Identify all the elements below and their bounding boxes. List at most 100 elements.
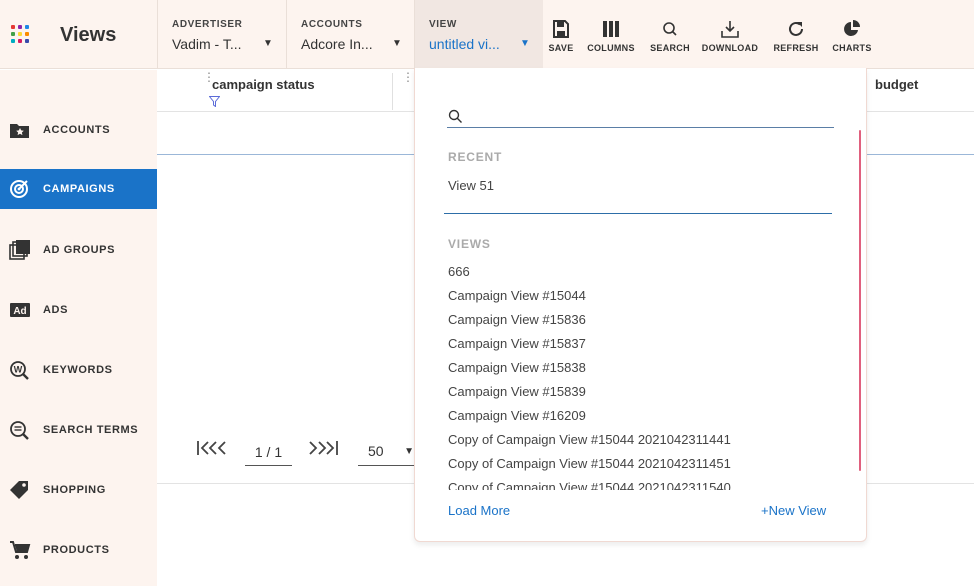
sidebar: ACCOUNTS CAMPAIGNS AD GROUPS Ad ADS W KE…: [0, 70, 157, 586]
sidebar-item-label: ACCOUNTS: [43, 124, 111, 136]
caret-down-icon: ▼: [392, 38, 402, 49]
view-list-item[interactable]: 666: [448, 264, 470, 279]
new-view-link[interactable]: +New View: [761, 503, 826, 518]
logo-dot: [18, 39, 22, 43]
view-list-item[interactable]: Campaign View #15838: [448, 360, 586, 375]
keyword-search-icon: W: [10, 361, 29, 380]
view-dropdown: RECENT View 51 VIEWS 666 Campaign View #…: [414, 68, 867, 542]
search-icon: [663, 22, 677, 36]
logo-dot: [11, 39, 15, 43]
logo-dot: [25, 25, 29, 29]
download-button[interactable]: DOWNLOAD: [699, 20, 761, 60]
last-page-button[interactable]: [309, 440, 339, 461]
pie-chart-icon: [844, 20, 860, 36]
sidebar-item-label: PRODUCTS: [43, 544, 110, 556]
view-list-item[interactable]: Copy of Campaign View #15044 20210423114…: [448, 456, 731, 471]
sidebar-item-accounts[interactable]: ACCOUNTS: [0, 110, 157, 150]
view-search-input[interactable]: [447, 106, 834, 128]
accounts-value: Adcore In...: [301, 36, 373, 52]
cart-icon: [10, 541, 31, 559]
layers-icon: [9, 240, 30, 260]
logo-dot: [25, 39, 29, 43]
search-icon: [448, 109, 462, 123]
advertiser-selector[interactable]: ADVERTISER Vadim - T... ▼: [157, 0, 287, 69]
first-page-icon: [197, 441, 226, 455]
views-section-label: VIEWS: [448, 237, 491, 251]
first-page-button[interactable]: [196, 440, 226, 461]
download-label: DOWNLOAD: [701, 43, 759, 53]
sidebar-item-products[interactable]: PRODUCTS: [0, 530, 157, 570]
save-label: SAVE: [548, 43, 574, 53]
logo-dot: [18, 32, 22, 36]
sidebar-item-label: SHOPPING: [43, 484, 106, 496]
sidebar-item-label: ADS: [43, 304, 69, 316]
advertiser-label: ADVERTISER: [172, 19, 243, 30]
tag-icon: [10, 481, 28, 499]
logo-dot: [25, 32, 29, 36]
filter-icon[interactable]: [209, 96, 220, 107]
columns-icon: [603, 21, 619, 37]
sidebar-item-ads[interactable]: Ad ADS: [0, 290, 157, 330]
columns-button[interactable]: COLUMNS: [586, 20, 636, 60]
page-size-select[interactable]: 50 ▼: [358, 438, 418, 466]
view-list-item[interactable]: Campaign View #15044: [448, 288, 586, 303]
view-list-item[interactable]: Copy of Campaign View #15044 20210423115…: [448, 480, 731, 490]
views-list: 666 Campaign View #15044 Campaign View #…: [415, 258, 855, 490]
view-list-item[interactable]: Copy of Campaign View #15044 20210423114…: [448, 432, 731, 447]
view-list-item[interactable]: Campaign View #15837: [448, 336, 586, 351]
app-grid-icon[interactable]: [11, 25, 29, 43]
sidebar-item-shopping[interactable]: SHOPPING: [0, 470, 157, 510]
sidebar-item-label: KEYWORDS: [43, 364, 113, 376]
recent-view-item[interactable]: View 51: [448, 178, 494, 193]
recent-section-label: RECENT: [448, 150, 503, 164]
logo-dot: [11, 25, 15, 29]
page-size-value: 50: [368, 443, 384, 459]
view-list-item[interactable]: Campaign View #16209: [448, 408, 586, 423]
accounts-selector[interactable]: ACCOUNTS Adcore In... ▼: [286, 0, 415, 69]
last-page-icon: [309, 441, 338, 455]
section-divider: [444, 213, 832, 214]
svg-text:W: W: [14, 365, 23, 375]
charts-button[interactable]: CHARTS: [830, 20, 874, 60]
view-selector[interactable]: VIEW untitled vi... ▼: [414, 0, 543, 69]
save-button[interactable]: SAVE: [545, 20, 577, 60]
logo-dot: [11, 32, 15, 36]
column-header-budget[interactable]: budget: [875, 77, 918, 92]
page-indicator[interactable]: 1 / 1: [245, 438, 292, 466]
accounts-label: ACCOUNTS: [301, 19, 363, 30]
sidebar-item-label: SEARCH TERMS: [43, 424, 139, 436]
view-list-item[interactable]: Campaign View #15839: [448, 384, 586, 399]
view-label: VIEW: [429, 19, 457, 30]
save-icon: [553, 20, 569, 38]
sidebar-item-label: CAMPAIGNS: [43, 183, 115, 195]
column-drag-handle[interactable]: ⋮: [402, 71, 414, 87]
view-value: untitled vi...: [429, 36, 500, 52]
ad-badge-icon: Ad: [10, 303, 30, 317]
top-header: Views ADVERTISER Vadim - T... ▼ ACCOUNTS…: [0, 0, 974, 69]
load-more-link[interactable]: Load More: [448, 503, 510, 518]
dropdown-scrollbar[interactable]: [859, 130, 861, 471]
column-header-campaign-status[interactable]: campaign status: [212, 77, 315, 92]
sidebar-item-keywords[interactable]: W KEYWORDS: [0, 350, 157, 390]
sidebar-item-label: AD GROUPS: [43, 244, 116, 256]
sidebar-item-campaigns[interactable]: CAMPAIGNS: [0, 169, 157, 209]
advertiser-value: Vadim - T...: [172, 36, 242, 52]
target-icon: [10, 180, 28, 198]
refresh-icon: [789, 21, 803, 36]
sidebar-item-ad-groups[interactable]: AD GROUPS: [0, 230, 157, 270]
pagination: 1 / 1 50 ▼: [157, 430, 418, 470]
search-label: SEARCH: [650, 43, 690, 53]
refresh-label: REFRESH: [773, 43, 819, 53]
column-divider[interactable]: [392, 73, 393, 110]
download-icon: [721, 21, 739, 38]
folder-star-icon: [10, 124, 29, 138]
svg-text:Ad: Ad: [13, 306, 26, 317]
charts-label: CHARTS: [832, 43, 872, 53]
refresh-button[interactable]: REFRESH: [771, 20, 821, 60]
page-title: Views: [60, 24, 117, 46]
view-list-item[interactable]: Campaign View #15836: [448, 312, 586, 327]
sidebar-item-search-terms[interactable]: SEARCH TERMS: [0, 410, 157, 450]
search-button[interactable]: SEARCH: [648, 20, 692, 60]
logo-area: Views: [0, 0, 157, 69]
column-drag-handle[interactable]: ⋮: [203, 71, 215, 87]
